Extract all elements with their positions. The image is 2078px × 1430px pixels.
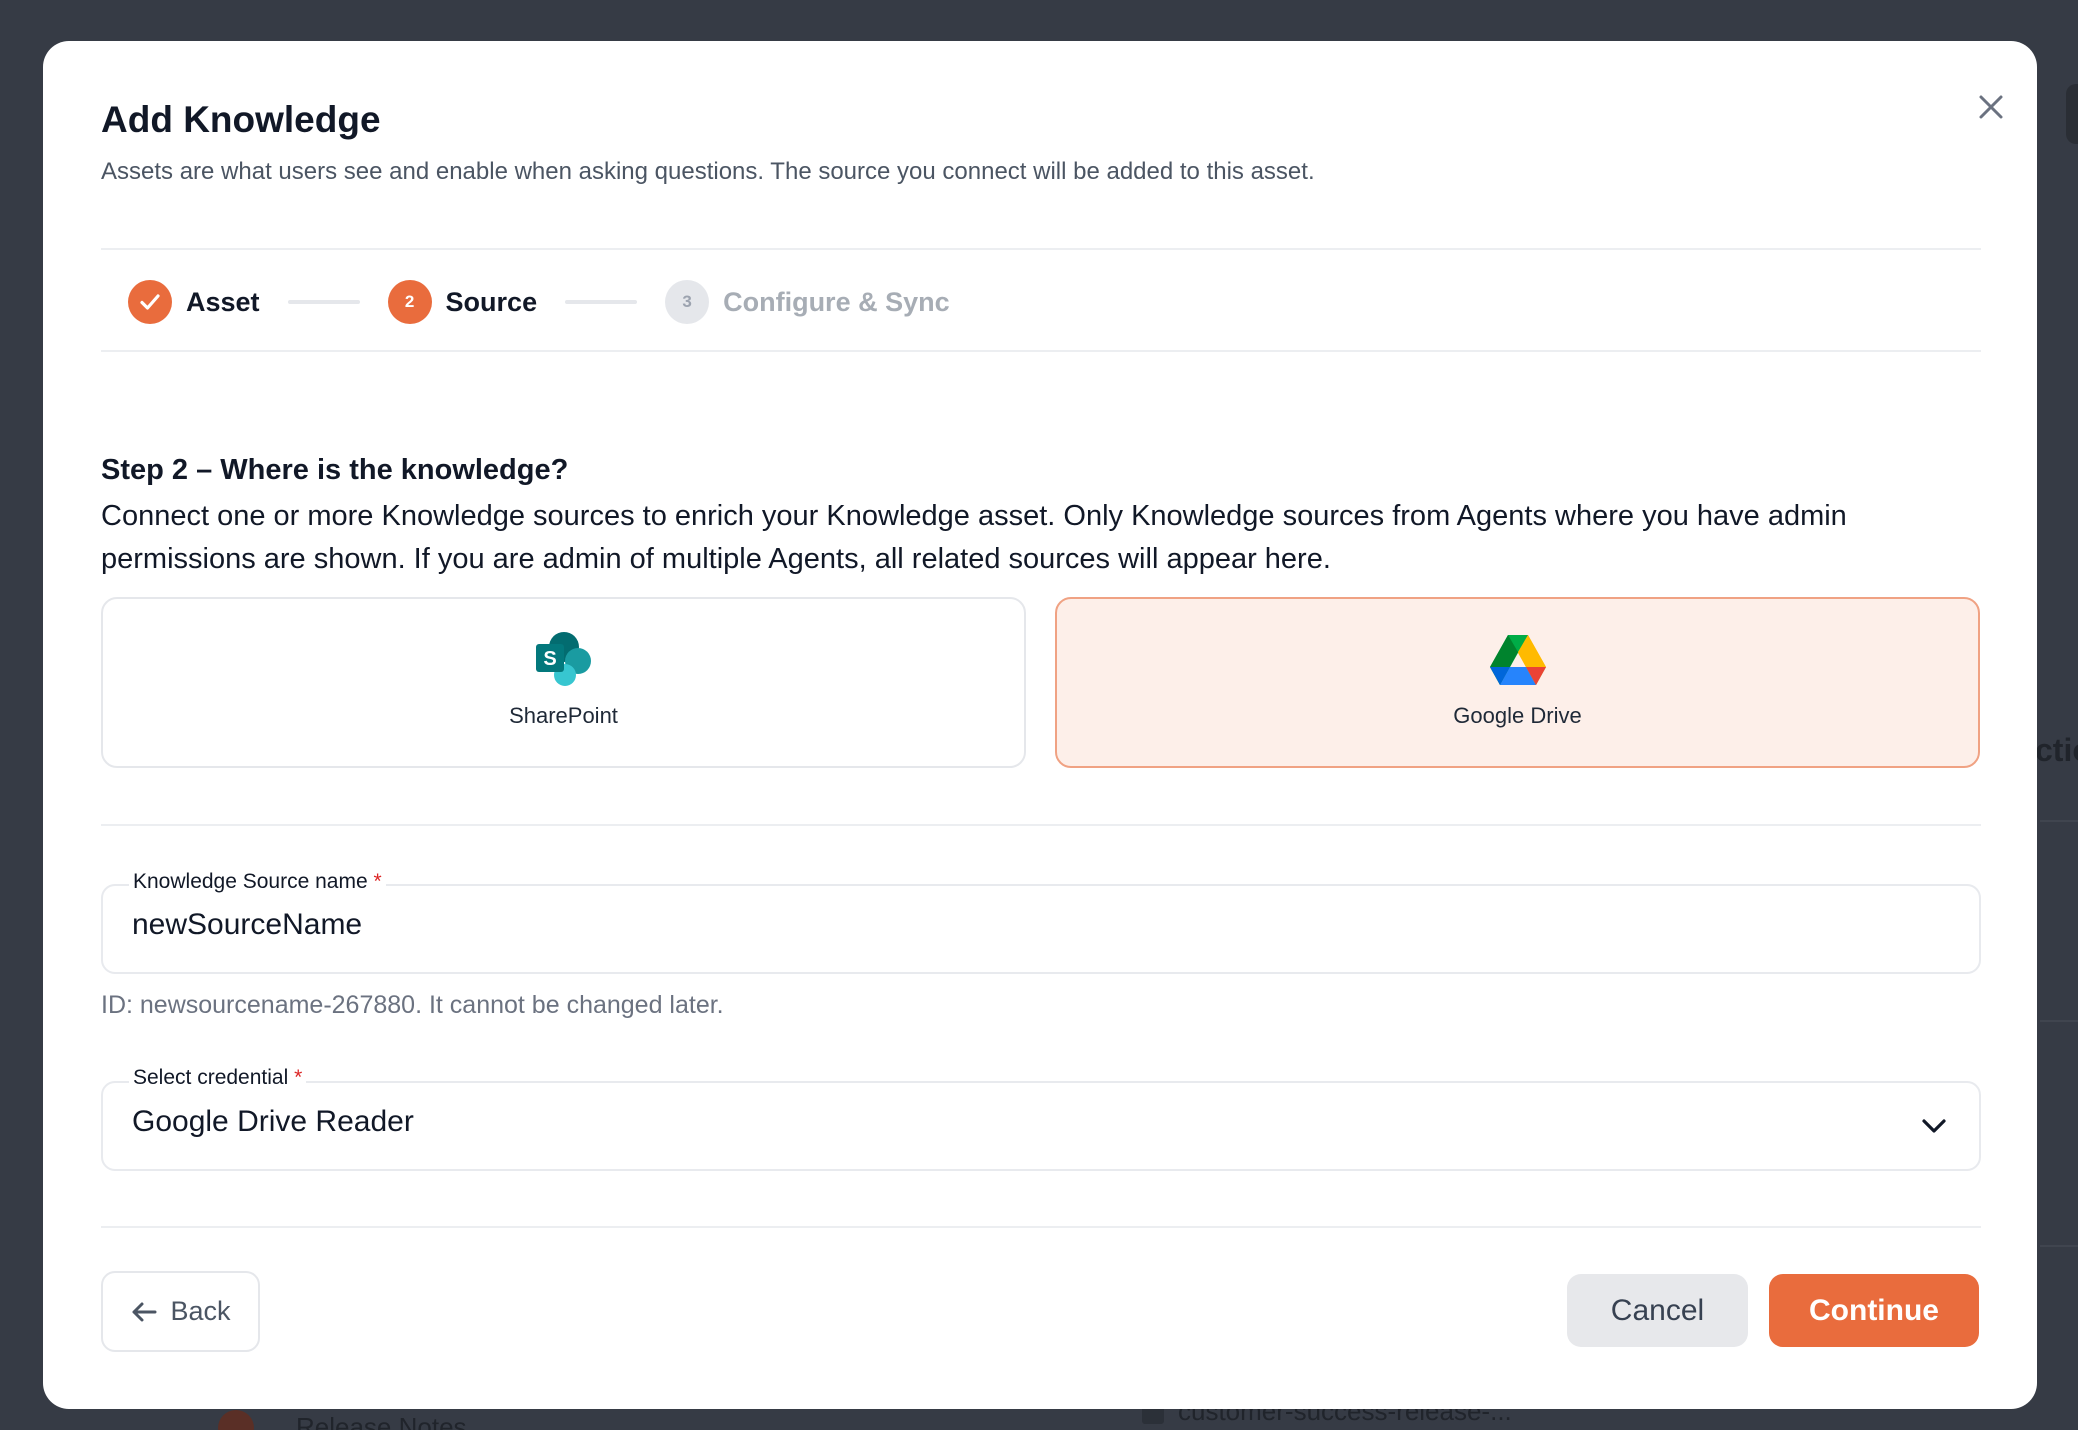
source-name-label-text: Knowledge Source name (133, 870, 368, 893)
stepper: Asset 2 Source 3 Configure & Sync (128, 279, 950, 325)
source-card-label: SharePoint (509, 703, 618, 728)
required-mark: * (373, 870, 382, 893)
section-description: Connect one or more Knowledge sources to… (101, 500, 1847, 575)
id-helper-text: ID: newsourcename-267880. It cannot be c… (101, 991, 724, 1019)
background-avatar (218, 1410, 254, 1430)
close-button[interactable] (1967, 83, 2015, 131)
step-connector (287, 300, 360, 304)
source-card-label: Google Drive (1453, 703, 1582, 728)
credential-selected-value: Google Drive Reader (132, 1105, 414, 1138)
divider (101, 350, 1981, 352)
back-button-label: Back (170, 1296, 231, 1326)
divider (101, 824, 1981, 826)
cancel-button[interactable]: Cancel (1567, 1274, 1748, 1347)
svg-text:S: S (543, 648, 556, 670)
divider (101, 248, 1981, 250)
modal-title: Add Knowledge (101, 99, 381, 140)
step-1-check-icon (128, 280, 172, 324)
step-1-label: Asset (186, 286, 260, 317)
sharepoint-icon: S (535, 632, 591, 686)
continue-button[interactable]: Continue (1769, 1274, 1979, 1347)
required-mark: * (294, 1066, 303, 1089)
step-2-label: Source (445, 286, 538, 317)
chevron-down-icon (1922, 1119, 1946, 1133)
source-name-label: Knowledge Source name * (129, 870, 386, 894)
background-element (2066, 84, 2078, 144)
step-3-label: Configure & Sync (723, 286, 950, 317)
background-text: ctio (2035, 732, 2078, 768)
credential-select[interactable]: Google Drive Reader (101, 1081, 1981, 1171)
background-divider (2040, 1245, 2078, 1247)
modal-subtitle: Assets are what users see and enable whe… (101, 158, 1315, 185)
section-title: Step 2 – Where is the knowledge? (101, 454, 569, 486)
source-name-field[interactable]: newSourceName (101, 884, 1981, 974)
back-button[interactable]: Back (101, 1271, 260, 1352)
background-divider (2040, 820, 2078, 822)
source-card-sharepoint[interactable]: S SharePoint (101, 597, 1026, 768)
source-name-input[interactable]: newSourceName (132, 908, 362, 942)
divider (101, 1226, 1981, 1228)
close-icon (1979, 95, 2003, 119)
arrow-left-icon (132, 1302, 157, 1321)
background-divider (2040, 1020, 2078, 1022)
step-connector (565, 300, 638, 304)
step-2-number: 2 (387, 280, 432, 324)
credential-label: Select credential * (129, 1066, 307, 1090)
step-3-number: 3 (665, 280, 710, 324)
background-text: Release Notes (296, 1412, 467, 1430)
google-drive-icon (1489, 635, 1546, 685)
credential-label-text: Select credential (133, 1066, 289, 1089)
add-knowledge-modal: Add Knowledge Assets are what users see … (43, 41, 2037, 1409)
source-card-google-drive[interactable]: Google Drive (1055, 597, 1980, 768)
